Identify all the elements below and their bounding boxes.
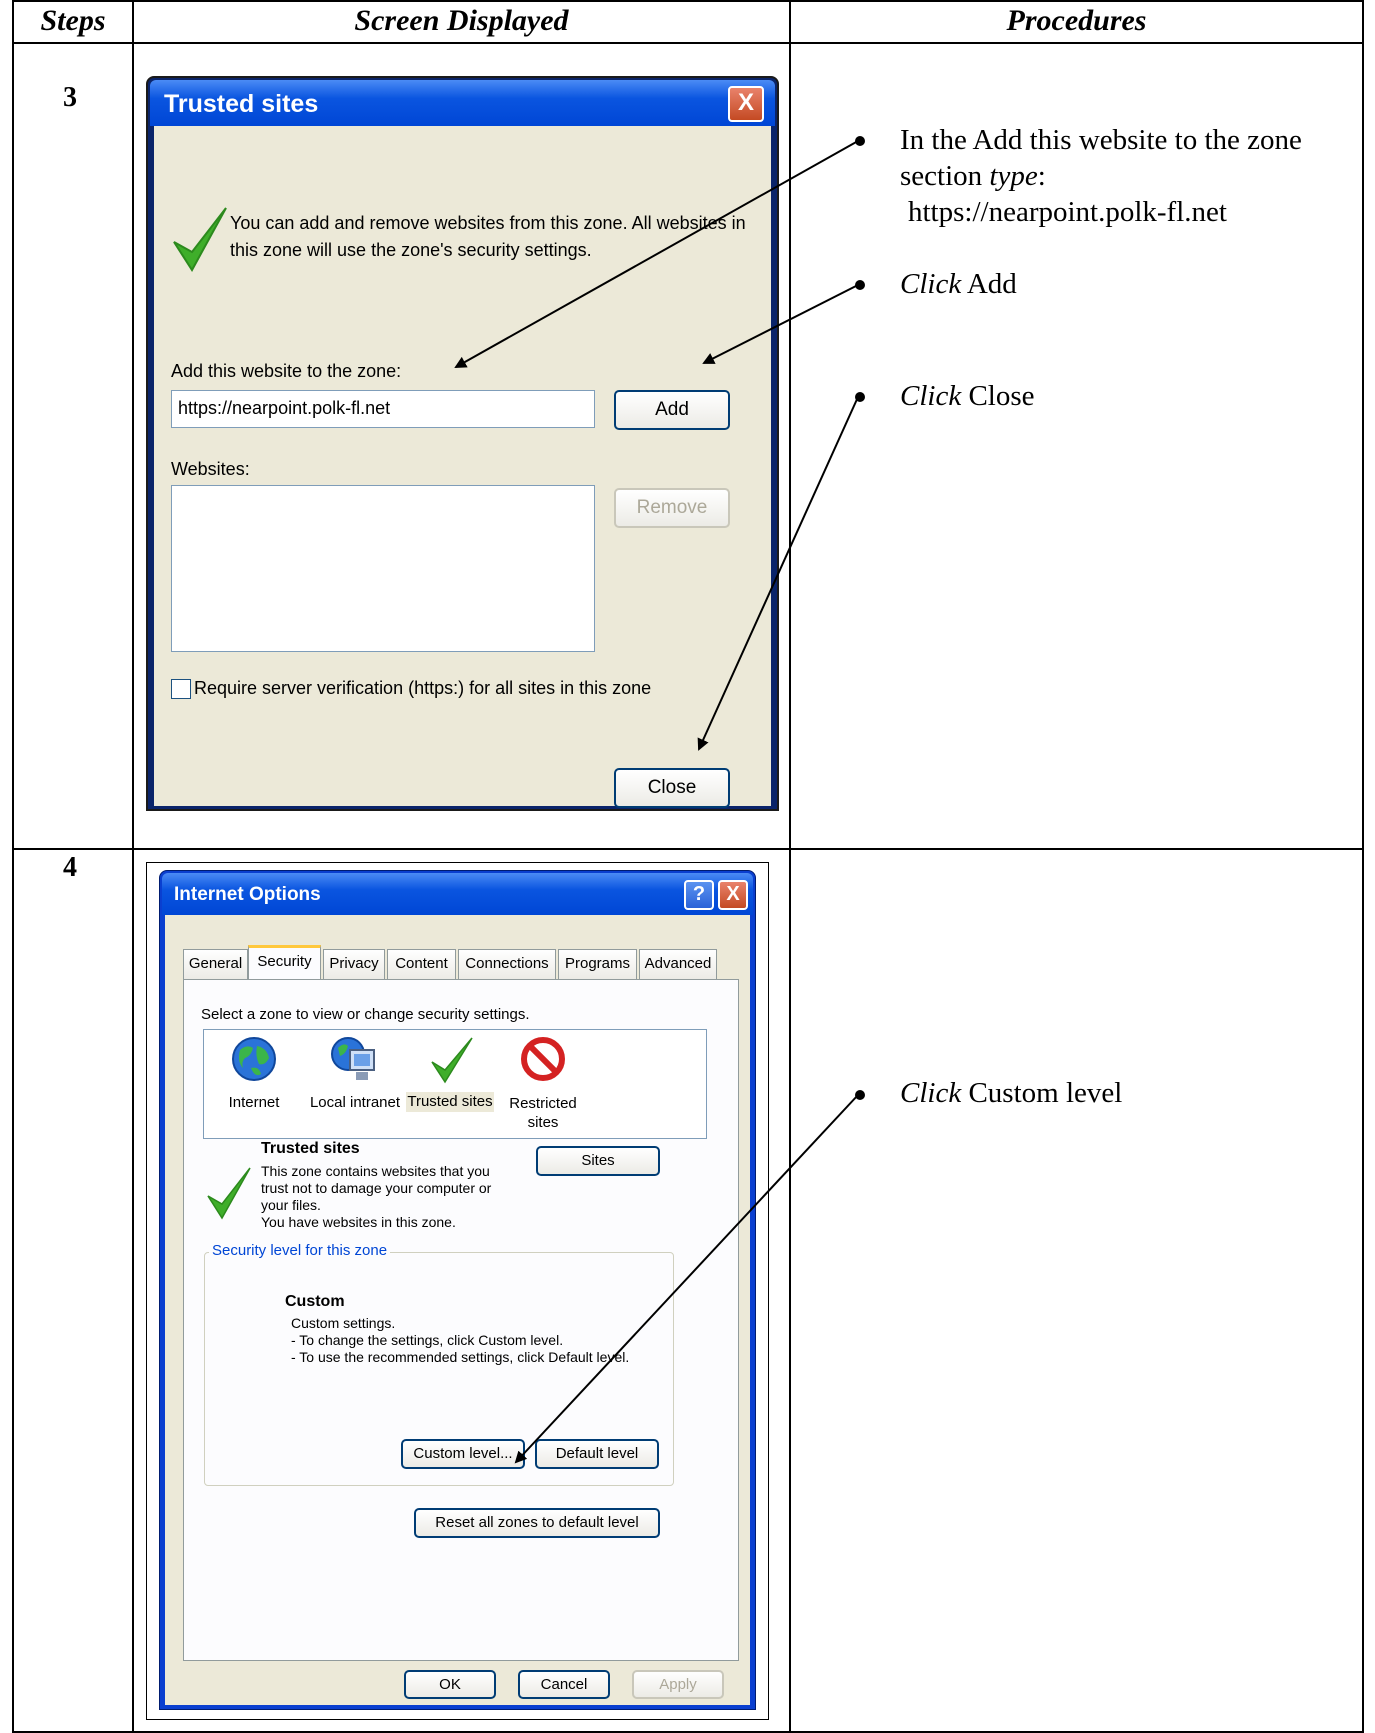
arrow-to-custom-level <box>514 1094 859 1464</box>
arrow-to-url-field <box>454 140 859 368</box>
arrow-to-add-button <box>702 284 859 364</box>
callout-arrows <box>454 140 859 1464</box>
arrow-to-close-button <box>697 396 859 751</box>
